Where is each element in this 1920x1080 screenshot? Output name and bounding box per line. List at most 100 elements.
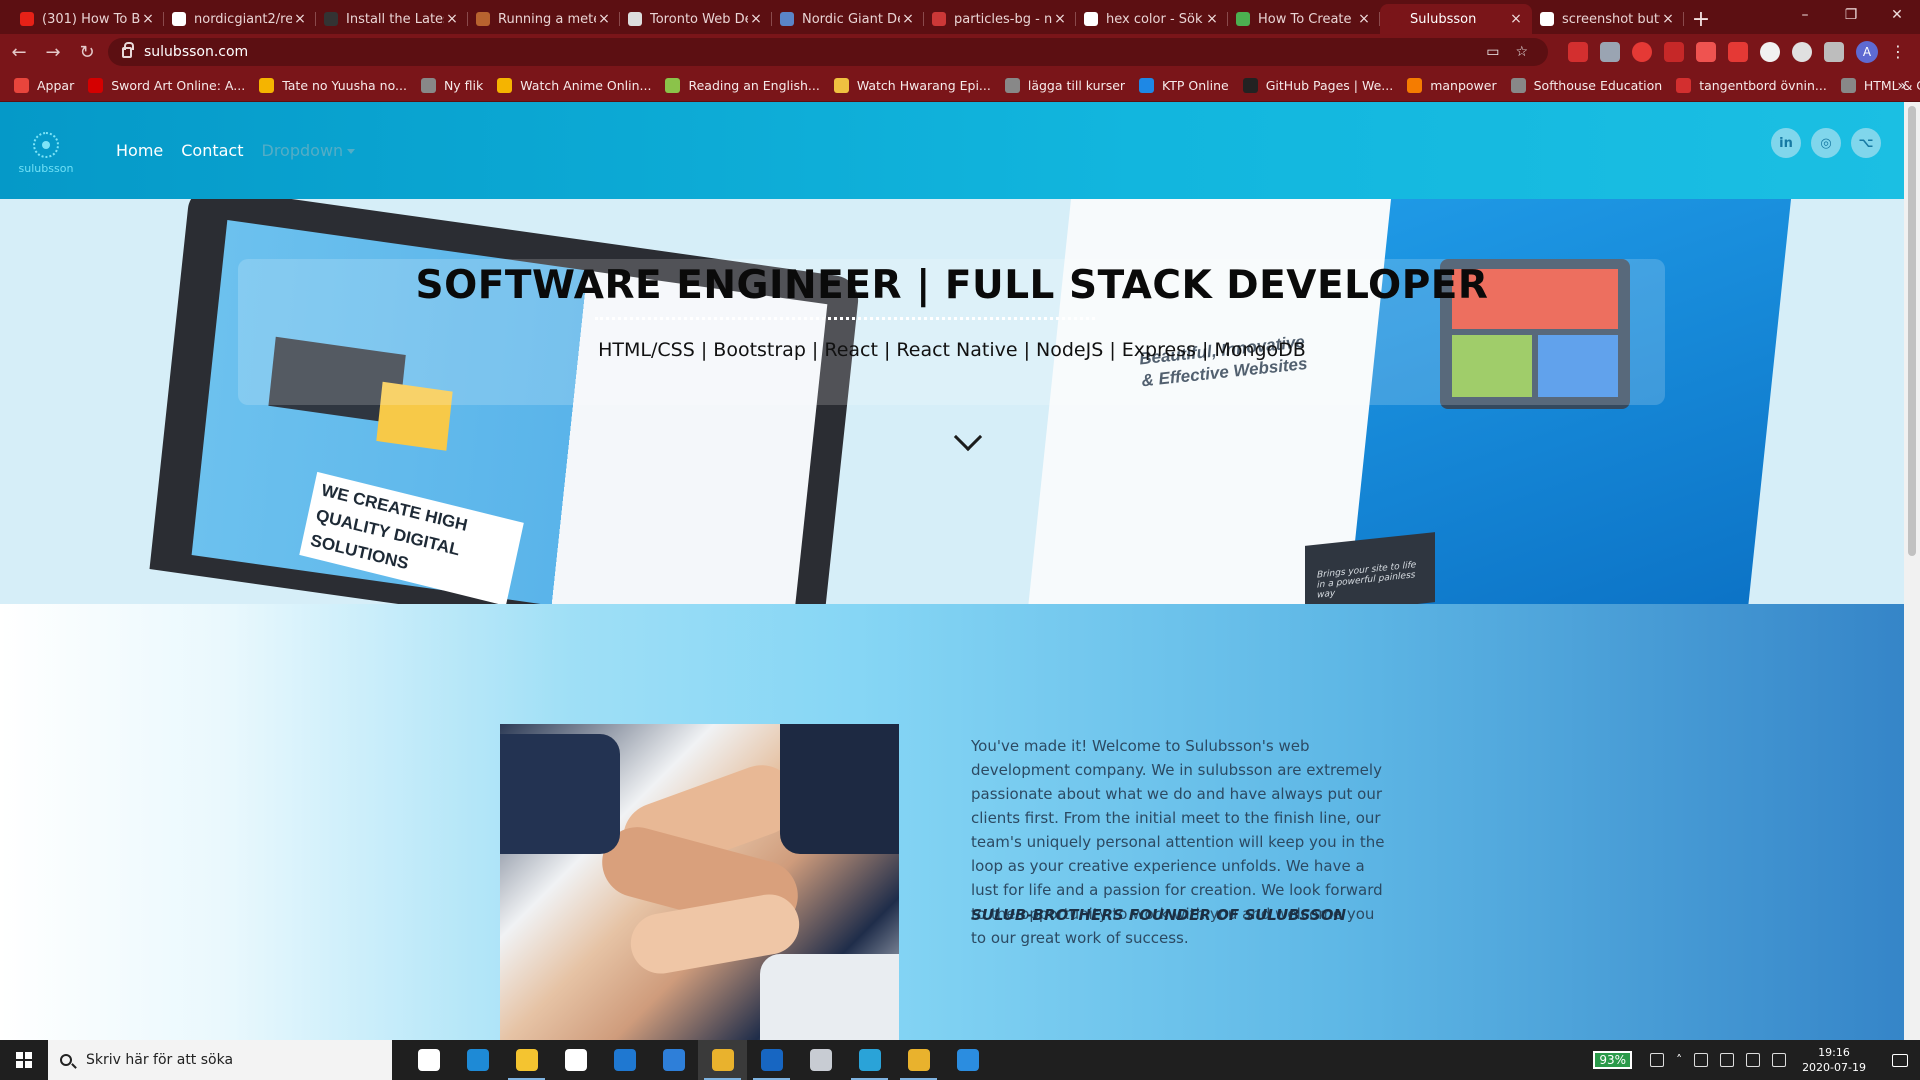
tab-close-icon[interactable]: × (748, 11, 764, 27)
extension-icon[interactable] (1728, 42, 1748, 62)
chrome-taskbar-button[interactable] (698, 1040, 747, 1080)
bookmark-item[interactable]: GitHub Pages | We... (1242, 78, 1393, 93)
browser-tab[interactable]: Nordic Giant De × (772, 4, 924, 34)
mic-icon[interactable] (1650, 1053, 1665, 1067)
extension-icon[interactable] (1696, 42, 1716, 62)
restore-button[interactable]: ❐ (1828, 0, 1874, 30)
chevron-down-icon[interactable] (953, 422, 983, 452)
bookmark-item[interactable]: KTP Online (1139, 78, 1229, 93)
taskbar-search[interactable]: Skriv här för att söka (48, 1040, 392, 1080)
tab-close-icon[interactable]: × (292, 11, 308, 27)
search-icon (60, 1054, 72, 1066)
close-window-button[interactable]: ✕ (1874, 0, 1920, 30)
profile-avatar[interactable]: A (1856, 41, 1878, 63)
bookmark-item[interactable]: manpower (1407, 78, 1497, 93)
address-bar[interactable]: sulubsson.com ▭ ☆ (108, 38, 1548, 66)
mail-taskbar-button[interactable] (600, 1040, 649, 1080)
reload-icon[interactable]: ↻ (72, 37, 102, 67)
bookmark-item[interactable]: Ny flik (420, 78, 483, 93)
task-view-taskbar-button[interactable] (404, 1040, 453, 1080)
bookmark-item[interactable]: Sword Art Online: A... (88, 78, 245, 93)
vscode-taskbar-button[interactable] (943, 1040, 992, 1080)
cast-icon[interactable]: ▭ (1486, 44, 1499, 60)
extension-icon[interactable] (1568, 42, 1588, 62)
back-icon[interactable]: ← (4, 37, 34, 67)
file-explorer-taskbar-button[interactable] (502, 1040, 551, 1080)
chrome-icon (711, 1049, 734, 1071)
bookmark-item[interactable]: lägga till kurser (1004, 78, 1125, 93)
menu-icon[interactable]: ⋮ (1890, 42, 1906, 61)
l-app-icon (858, 1049, 881, 1071)
extension-icon[interactable] (1632, 42, 1652, 62)
store-taskbar-button[interactable] (551, 1040, 600, 1080)
volume-icon[interactable] (1772, 1053, 1787, 1067)
start-button[interactable] (0, 1040, 48, 1080)
chevron-up-icon[interactable]: ˄ (1676, 1053, 1682, 1067)
bookmark-item[interactable]: HTML & CSS Lectur... (1840, 78, 1920, 93)
browser-tab[interactable]: Running a meteo× (468, 4, 620, 34)
bookmark-item[interactable]: Appar (14, 78, 74, 93)
media-taskbar-button[interactable] (747, 1040, 796, 1080)
bookmark-item[interactable]: Watch Anime Onlin... (497, 78, 651, 93)
extension-icon[interactable] (1664, 42, 1684, 62)
github-icon[interactable]: ⌥ (1851, 128, 1881, 158)
system-tray: 93% ˄ 19:16 2020-07-19 (1593, 1040, 1920, 1080)
browser-tab[interactable]: nordicgiant2/rea × (164, 4, 316, 34)
linkedin-icon[interactable]: in (1771, 128, 1801, 158)
browser-tab[interactable]: How To Create a × (1228, 4, 1380, 34)
browser-tab[interactable]: screenshot butto× (1532, 4, 1684, 34)
tab-close-icon[interactable]: × (596, 11, 612, 27)
bookmark-item[interactable]: Softhouse Education (1510, 78, 1662, 93)
tab-title: Install the Latest (346, 11, 444, 27)
extension-icon[interactable] (1760, 42, 1780, 62)
clock[interactable]: 19:16 2020-07-19 (1802, 1045, 1866, 1075)
browser-tab[interactable]: hex color - Sök p× (1076, 4, 1228, 34)
scrollbar-thumb[interactable] (1908, 106, 1916, 556)
bookmark-item[interactable]: tangentbord övnin... (1676, 78, 1827, 93)
new-tab-button[interactable]: + (1684, 4, 1718, 34)
tab-close-icon[interactable]: × (1356, 11, 1372, 27)
calendar-taskbar-button[interactable] (649, 1040, 698, 1080)
tab-close-icon[interactable]: × (1508, 11, 1524, 27)
browser-tab[interactable]: Sulubsson × (1380, 4, 1532, 34)
puzzle-icon[interactable] (1824, 42, 1844, 62)
nav-dropdown-toggle[interactable]: Dropdown (262, 141, 356, 160)
browser-tab[interactable]: (301) How To Be × (12, 4, 164, 34)
tab-title: Running a meteo (498, 11, 596, 27)
bookmark-star-icon[interactable]: ☆ (1515, 44, 1528, 60)
nav-contact-link[interactable]: Contact (181, 141, 243, 160)
tab-close-icon[interactable]: × (444, 11, 460, 27)
extension-icon[interactable] (1792, 42, 1812, 62)
bookmark-label: Tate no Yuusha no... (282, 78, 407, 93)
bookmark-item[interactable]: Watch Hwarang Epi... (833, 78, 991, 93)
tab-title: Toronto Web De (650, 11, 748, 27)
steam-icon (809, 1049, 832, 1071)
tab-close-icon[interactable]: × (1204, 11, 1220, 27)
minimize-button[interactable]: – (1782, 0, 1828, 30)
battery-icon[interactable] (1694, 1053, 1709, 1067)
git-taskbar-button[interactable] (894, 1040, 943, 1080)
browser-tab[interactable]: Install the Latest× (316, 4, 468, 34)
browser-tab[interactable]: particles-bg - np × (924, 4, 1076, 34)
tab-close-icon[interactable]: × (1052, 11, 1068, 27)
l-app-taskbar-button[interactable] (845, 1040, 894, 1080)
browser-tab[interactable]: Toronto Web De × (620, 4, 772, 34)
nav-home-link[interactable]: Home (116, 141, 163, 160)
battery-indicator[interactable]: 93% (1593, 1051, 1633, 1069)
instagram-icon[interactable]: ◎ (1811, 128, 1841, 158)
forward-icon[interactable]: → (38, 37, 68, 67)
edge-taskbar-button[interactable] (453, 1040, 502, 1080)
tab-close-icon[interactable]: × (140, 11, 156, 27)
notification-center-button[interactable] (1880, 1040, 1920, 1080)
tab-close-icon[interactable]: × (900, 11, 916, 27)
tab-close-icon[interactable]: × (1660, 11, 1676, 27)
bookmark-item[interactable]: Reading an English... (665, 78, 820, 93)
network-icon[interactable] (1720, 1053, 1735, 1067)
site-logo[interactable]: sulubsson (18, 132, 74, 178)
bookmark-item[interactable]: Tate no Yuusha no... (259, 78, 407, 93)
page-scrollbar[interactable] (1904, 102, 1920, 1040)
steam-taskbar-button[interactable] (796, 1040, 845, 1080)
extension-icon[interactable] (1600, 42, 1620, 62)
wifi-icon[interactable] (1746, 1053, 1761, 1067)
more-bookmarks-icon[interactable]: » (1897, 78, 1906, 94)
